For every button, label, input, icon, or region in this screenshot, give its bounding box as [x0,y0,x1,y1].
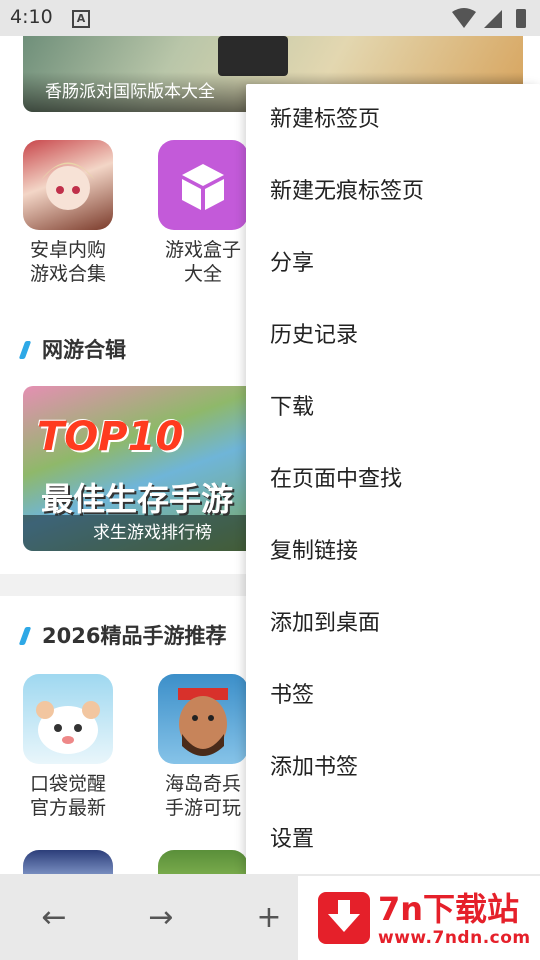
soldier-icon [158,674,248,764]
wifi-icon [452,8,476,28]
app-label-line1: 安卓内购 [29,239,106,261]
app-label-line2: 游戏合集 [29,263,106,285]
browser-overflow-menu: 新建标签页 新建无痕标签页 分享 历史记录 下载 在页面中查找 复制链接 添加到… [246,84,540,876]
plus-icon: + [256,900,282,935]
app-label-line2: 官方最新 [29,797,106,819]
menu-item-downloads[interactable]: 下载 [270,388,314,428]
back-button[interactable]: ← [34,898,74,938]
top-banner-caption: 香肠派对国际版本大全 [45,82,215,102]
section-title-online-games: 网游合辑 [18,334,126,364]
app-label-line1: 口袋觉醒 [29,773,106,795]
brand-name: 7n下载站 [378,890,520,928]
brand-url: www.7ndn.com [378,928,531,948]
new-tab-button[interactable]: + [249,898,289,938]
battery-icon [516,9,526,28]
status-bar: 4:10 A [0,0,540,36]
app-label-line1: 海岛奇兵 [164,773,241,795]
download-arrow-icon [318,892,370,944]
cube-icon [158,140,248,230]
app-label-line2: 手游可玩 [164,797,241,819]
app-icon-partial[interactable] [23,850,113,874]
menu-item-add-to-home[interactable]: 添加到桌面 [270,604,380,644]
forward-arrow-icon: → [148,900,174,935]
banner-title-survival: 最佳生存手游 [41,480,234,518]
a-icon: A [72,10,90,28]
app-item-inapp-games[interactable]: 安卓内购 游戏合集 [13,140,123,286]
back-arrow-icon: ← [41,900,67,935]
app-label-line2: 大全 [183,263,222,285]
menu-item-settings[interactable]: 设置 [270,820,314,860]
signal-icon [484,10,502,28]
app-item-boom-beach[interactable]: 海岛奇兵 手游可玩 [148,674,258,820]
banner-caption: 求生游戏排行榜 [23,515,273,551]
app-item-game-box[interactable]: 游戏盒子 大全 [148,140,258,286]
menu-item-find-in-page[interactable]: 在页面中查找 [270,460,402,500]
game-logo-image [218,36,288,76]
menu-item-add-bookmark[interactable]: 添加书签 [270,748,358,788]
brand-watermark: 7n下载站 www.7ndn.com [298,876,540,960]
menu-item-copy-link[interactable]: 复制链接 [270,532,358,572]
menu-item-share[interactable]: 分享 [270,244,314,284]
app-icon-partial[interactable] [158,850,248,874]
banner-title-top10: TOP10 [37,414,184,460]
survival-games-banner[interactable]: TOP10 最佳生存手游 求生游戏排行榜 [23,386,273,551]
menu-item-new-tab[interactable]: 新建标签页 [270,100,380,140]
menu-item-history[interactable]: 历史记录 [270,316,358,356]
menu-item-bookmarks[interactable]: 书签 [270,676,314,716]
section-marker-icon [18,627,32,645]
menu-item-new-incognito-tab[interactable]: 新建无痕标签页 [270,172,424,212]
app-label-line1: 游戏盒子 [164,239,241,261]
status-time: 4:10 [10,6,53,28]
panda-icon [23,674,113,764]
forward-button[interactable]: → [141,898,181,938]
app-item-pocket-awaken[interactable]: 口袋觉醒 官方最新 [13,674,123,820]
system-status-icons [452,8,526,28]
section-title-recommended: 2026精品手游推荐 [18,620,226,650]
anime-girl-icon [23,140,113,230]
section-marker-icon [18,341,32,359]
